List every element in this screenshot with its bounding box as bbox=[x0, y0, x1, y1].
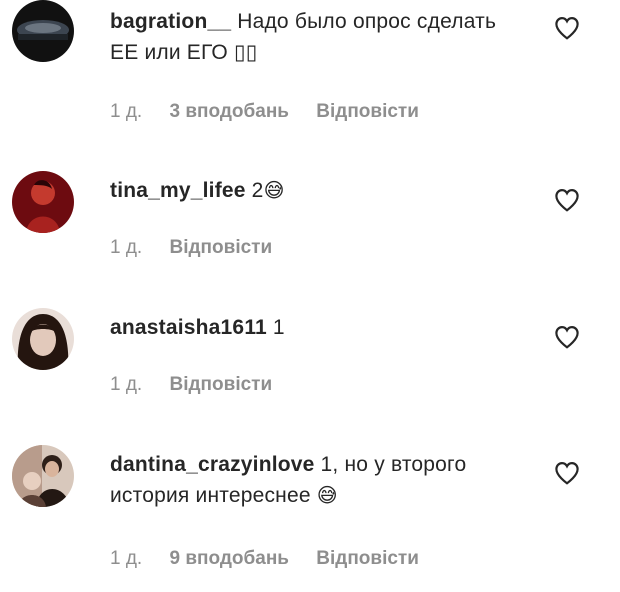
comment-username[interactable]: bagration__ bbox=[110, 10, 231, 33]
comment-meta: 1 д. 9 вподобань Відповісти bbox=[110, 548, 441, 570]
comment-time[interactable]: 1 д. bbox=[110, 101, 142, 122]
comment-text: dantina_crazyinlove 1, но у второго истор… bbox=[110, 449, 530, 511]
comment-username[interactable]: tina_my_lifee bbox=[110, 179, 246, 202]
reply-button[interactable]: Відповісти bbox=[316, 101, 419, 122]
comment-emoji: ▯▯ bbox=[233, 41, 258, 64]
heart-outline-icon[interactable] bbox=[554, 325, 580, 349]
comment-text: anastaisha1611 1 bbox=[110, 312, 530, 343]
reply-button[interactable]: Відповісти bbox=[170, 237, 273, 258]
comment-meta: 1 д. Відповісти bbox=[110, 374, 294, 396]
comment-text: bagration__ Надо было опрос сделать ЕЕ ил… bbox=[110, 6, 530, 68]
comment-username[interactable]: anastaisha1611 bbox=[110, 316, 267, 339]
avatar[interactable] bbox=[12, 0, 74, 62]
avatar[interactable] bbox=[12, 445, 74, 507]
comment-likes[interactable]: 3 вподобань bbox=[170, 101, 289, 122]
comment-likes[interactable]: 9 вподобань bbox=[170, 548, 289, 569]
comment-meta: 1 д. 3 вподобань Відповісти bbox=[110, 101, 441, 123]
avatar[interactable] bbox=[12, 171, 74, 233]
grinning-sweat-emoji: 😅 bbox=[316, 483, 338, 507]
comment-username[interactable]: dantina_crazyinlove bbox=[110, 453, 315, 476]
comment-time[interactable]: 1 д. bbox=[110, 374, 142, 395]
heart-outline-icon[interactable] bbox=[554, 188, 580, 212]
avatar[interactable] bbox=[12, 308, 74, 370]
comment-text: tina_my_lifee 2😅 bbox=[110, 175, 530, 206]
reply-button[interactable]: Відповісти bbox=[316, 548, 419, 569]
comment-meta: 1 д. Відповісти bbox=[110, 237, 294, 259]
heart-outline-icon[interactable] bbox=[554, 16, 580, 40]
grinning-sweat-emoji: 😅 bbox=[263, 178, 285, 202]
comment-body: 2 bbox=[251, 179, 264, 202]
comment-time[interactable]: 1 д. bbox=[110, 237, 142, 258]
reply-button[interactable]: Відповісти bbox=[170, 374, 273, 395]
comment-time[interactable]: 1 д. bbox=[110, 548, 142, 569]
comment-body: 1 bbox=[272, 316, 285, 339]
heart-outline-icon[interactable] bbox=[554, 461, 580, 485]
